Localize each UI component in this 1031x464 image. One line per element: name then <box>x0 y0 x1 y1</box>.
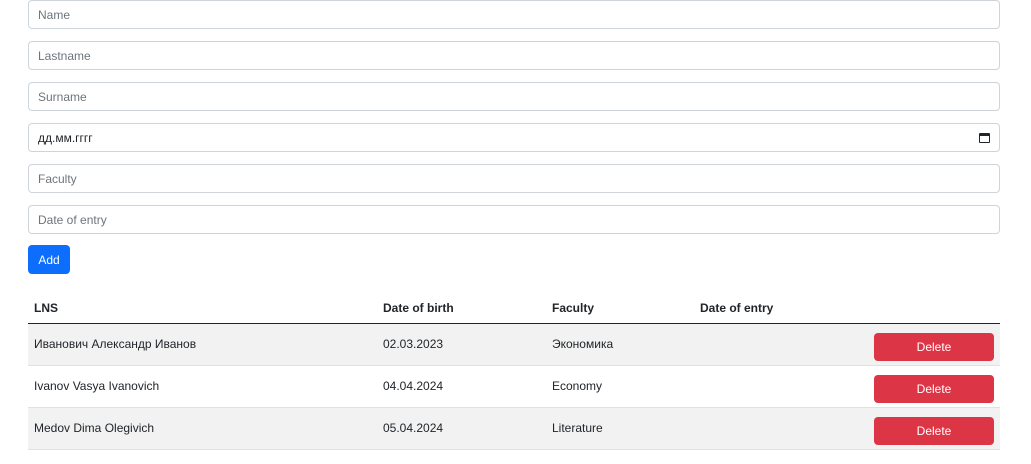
name-placeholder: Name <box>38 7 71 22</box>
cell-actions: Delete <box>868 365 1000 408</box>
cell-lns: Иванович Александр Иванов <box>28 323 377 366</box>
faculty-input[interactable]: Faculty <box>28 164 1000 193</box>
calendar-icon[interactable] <box>979 132 990 143</box>
header-lns: LNS <box>28 294 377 324</box>
students-table: LNS Date of birth Faculty Date of entry … <box>28 294 1000 450</box>
cell-faculty: Literature <box>546 407 694 450</box>
cell-date-of-entry <box>694 365 868 408</box>
header-actions <box>868 294 1000 324</box>
table-row: Иванович Александр Иванов 02.03.2023 Эко… <box>28 323 1000 366</box>
student-form: Name Lastname Surname дд.мм.гггг Faculty… <box>28 0 1000 274</box>
cell-faculty: Экономика <box>546 323 694 366</box>
birth-date-placeholder: дд.мм.гггг <box>38 130 93 145</box>
cell-date-of-birth: 05.04.2024 <box>377 407 546 450</box>
header-faculty: Faculty <box>546 294 694 324</box>
cell-date-of-birth: 04.04.2024 <box>377 365 546 408</box>
faculty-placeholder: Faculty <box>38 171 77 186</box>
delete-button[interactable]: Delete <box>874 417 994 445</box>
cell-date-of-entry <box>694 407 868 450</box>
header-date-of-entry: Date of entry <box>694 294 868 324</box>
cell-actions: Delete <box>868 407 1000 450</box>
lastname-input[interactable]: Lastname <box>28 41 1000 70</box>
delete-button[interactable]: Delete <box>874 333 994 361</box>
table-row: Ivanov Vasya Ivanovich 04.04.2024 Econom… <box>28 365 1000 408</box>
table-row: Medov Dima Olegivich 05.04.2024 Literatu… <box>28 407 1000 450</box>
delete-button[interactable]: Delete <box>874 375 994 403</box>
cell-actions: Delete <box>868 323 1000 366</box>
entry-date-input[interactable]: Date of entry <box>28 205 1000 234</box>
header-date-of-birth: Date of birth <box>377 294 546 324</box>
entry-date-placeholder: Date of entry <box>38 212 107 227</box>
lastname-placeholder: Lastname <box>38 48 91 63</box>
cell-date-of-entry <box>694 323 868 366</box>
cell-lns: Medov Dima Olegivich <box>28 407 377 450</box>
cell-lns: Ivanov Vasya Ivanovich <box>28 365 377 408</box>
birth-date-input[interactable]: дд.мм.гггг <box>28 123 1000 152</box>
surname-input[interactable]: Surname <box>28 82 1000 111</box>
surname-placeholder: Surname <box>38 89 87 104</box>
cell-faculty: Economy <box>546 365 694 408</box>
add-button[interactable]: Add <box>28 245 70 274</box>
cell-date-of-birth: 02.03.2023 <box>377 323 546 366</box>
name-input[interactable]: Name <box>28 0 1000 29</box>
table-header-row: LNS Date of birth Faculty Date of entry <box>28 294 1000 324</box>
